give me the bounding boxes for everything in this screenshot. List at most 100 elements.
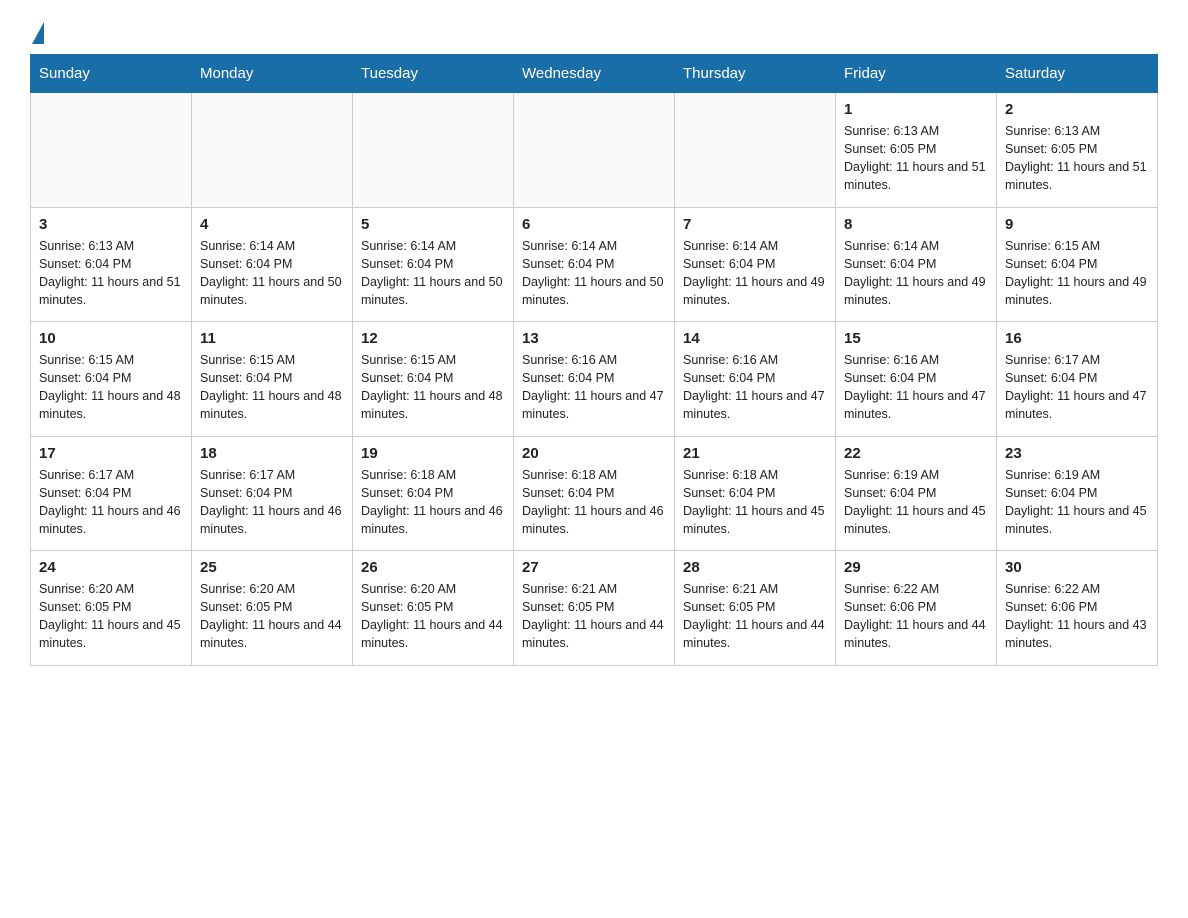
logo xyxy=(30,20,44,44)
calendar-cell xyxy=(31,93,192,208)
day-info: Sunrise: 6:18 AMSunset: 6:04 PMDaylight:… xyxy=(522,466,666,539)
day-number: 22 xyxy=(844,445,988,462)
weekday-header-monday: Monday xyxy=(192,55,353,93)
day-number: 25 xyxy=(200,559,344,576)
calendar-cell: 8Sunrise: 6:14 AMSunset: 6:04 PMDaylight… xyxy=(836,207,997,322)
day-number: 7 xyxy=(683,216,827,233)
calendar-cell: 19 Sunrise: 6:18 AMSunset: 6:04 PMDayligh… xyxy=(353,436,514,551)
day-number: 23 xyxy=(1005,445,1149,462)
calendar-cell: 3 Sunrise: 6:13 AMSunset: 6:04 PMDaylight… xyxy=(31,207,192,322)
weekday-header-row: SundayMondayTuesdayWednesdayThursdayFrid… xyxy=(31,55,1158,93)
logo-triangle-icon xyxy=(32,22,44,44)
day-info: Sunrise: 6:21 AMSunset: 6:05 PMDaylight:… xyxy=(683,580,827,653)
day-number: 14 xyxy=(683,330,827,347)
day-number: 26 xyxy=(361,559,505,576)
calendar-cell: 26 Sunrise: 6:20 AMSunset: 6:05 PMDayligh… xyxy=(353,551,514,666)
day-info: Sunrise: 6:13 AMSunset: 6:04 PMDaylight:… xyxy=(39,237,183,310)
day-number: 21 xyxy=(683,445,827,462)
weekday-header-thursday: Thursday xyxy=(675,55,836,93)
calendar-cell: 1Sunrise: 6:13 AMSunset: 6:05 PMDaylight… xyxy=(836,93,997,208)
day-info: Sunrise: 6:18 AMSunset: 6:04 PMDaylight:… xyxy=(683,466,827,539)
calendar-cell: 6 Sunrise: 6:14 AMSunset: 6:04 PMDaylight… xyxy=(514,207,675,322)
day-number: 16 xyxy=(1005,330,1149,347)
day-number: 2 xyxy=(1005,101,1149,118)
day-info: Sunrise: 6:21 AMSunset: 6:05 PMDaylight:… xyxy=(522,580,666,653)
day-number: 6 xyxy=(522,216,666,233)
calendar-cell: 29 Sunrise: 6:22 AMSunset: 6:06 PMDayligh… xyxy=(836,551,997,666)
day-number: 1 xyxy=(844,101,988,118)
calendar-cell: 12Sunrise: 6:15 AMSunset: 6:04 PMDayligh… xyxy=(353,322,514,437)
day-info: Sunrise: 6:14 AMSunset: 6:04 PMDaylight:… xyxy=(522,237,666,310)
calendar-cell: 5Sunrise: 6:14 AMSunset: 6:04 PMDaylight… xyxy=(353,207,514,322)
day-number: 3 xyxy=(39,216,183,233)
calendar-cell: 16 Sunrise: 6:17 AMSunset: 6:04 PMDayligh… xyxy=(997,322,1158,437)
day-info: Sunrise: 6:15 AMSunset: 6:04 PMDaylight:… xyxy=(1005,237,1149,310)
day-number: 13 xyxy=(522,330,666,347)
calendar-cell xyxy=(353,93,514,208)
calendar-cell: 17 Sunrise: 6:17 AMSunset: 6:04 PMDayligh… xyxy=(31,436,192,551)
day-info: Sunrise: 6:20 AMSunset: 6:05 PMDaylight:… xyxy=(200,580,344,653)
day-info: Sunrise: 6:17 AMSunset: 6:04 PMDaylight:… xyxy=(39,466,183,539)
day-info: Sunrise: 6:19 AMSunset: 6:04 PMDaylight:… xyxy=(844,466,988,539)
calendar-week-row: 24 Sunrise: 6:20 AMSunset: 6:05 PMDayligh… xyxy=(31,551,1158,666)
day-number: 24 xyxy=(39,559,183,576)
calendar-cell: 25 Sunrise: 6:20 AMSunset: 6:05 PMDayligh… xyxy=(192,551,353,666)
day-info: Sunrise: 6:18 AMSunset: 6:04 PMDaylight:… xyxy=(361,466,505,539)
weekday-header-friday: Friday xyxy=(836,55,997,93)
calendar-week-row: 3 Sunrise: 6:13 AMSunset: 6:04 PMDaylight… xyxy=(31,207,1158,322)
day-number: 30 xyxy=(1005,559,1149,576)
calendar-cell: 7 Sunrise: 6:14 AMSunset: 6:04 PMDaylight… xyxy=(675,207,836,322)
day-info: Sunrise: 6:16 AMSunset: 6:04 PMDaylight:… xyxy=(844,351,988,424)
weekday-header-wednesday: Wednesday xyxy=(514,55,675,93)
day-number: 18 xyxy=(200,445,344,462)
day-info: Sunrise: 6:16 AMSunset: 6:04 PMDaylight:… xyxy=(522,351,666,424)
day-info: Sunrise: 6:22 AMSunset: 6:06 PMDaylight:… xyxy=(844,580,988,653)
calendar-cell: 13 Sunrise: 6:16 AMSunset: 6:04 PMDayligh… xyxy=(514,322,675,437)
calendar-cell: 23 Sunrise: 6:19 AMSunset: 6:04 PMDayligh… xyxy=(997,436,1158,551)
day-number: 20 xyxy=(522,445,666,462)
calendar-cell: 30 Sunrise: 6:22 AMSunset: 6:06 PMDayligh… xyxy=(997,551,1158,666)
calendar-cell xyxy=(192,93,353,208)
day-info: Sunrise: 6:14 AMSunset: 6:04 PMDaylight:… xyxy=(200,237,344,310)
calendar-cell: 4 Sunrise: 6:14 AMSunset: 6:04 PMDaylight… xyxy=(192,207,353,322)
day-number: 5 xyxy=(361,216,505,233)
calendar-body: 1 Sunrise: 6:13 AMSunset: 6:05 PMDaylight… xyxy=(31,93,1158,666)
calendar-cell xyxy=(675,93,836,208)
calendar-cell: 22 Sunrise: 6:19 AMSunset: 6:04 PMDayligh… xyxy=(836,436,997,551)
calendar-cell: 27 Sunrise: 6:21 AMSunset: 6:05 PMDayligh… xyxy=(514,551,675,666)
calendar-cell: 20 Sunrise: 6:18 AMSunset: 6:04 PMDayligh… xyxy=(514,436,675,551)
calendar-header: SundayMondayTuesdayWednesdayThursdayFrid… xyxy=(31,55,1158,93)
calendar-cell: 18Sunrise: 6:17 AMSunset: 6:04 PMDayligh… xyxy=(192,436,353,551)
calendar-week-row: 10 Sunrise: 6:15 AMSunset: 6:04 PMDayligh… xyxy=(31,322,1158,437)
day-info: Sunrise: 6:14 AMSunset: 6:04 PMDaylight:… xyxy=(683,237,827,310)
day-number: 4 xyxy=(200,216,344,233)
day-info: Sunrise: 6:13 AMSunset: 6:05 PMDaylight:… xyxy=(1005,122,1149,195)
calendar-cell: 14 Sunrise: 6:16 AMSunset: 6:04 PMDayligh… xyxy=(675,322,836,437)
day-info: Sunrise: 6:16 AMSunset: 6:04 PMDaylight:… xyxy=(683,351,827,424)
weekday-header-sunday: Sunday xyxy=(31,55,192,93)
calendar-cell: 24Sunrise: 6:20 AMSunset: 6:05 PMDayligh… xyxy=(31,551,192,666)
day-number: 10 xyxy=(39,330,183,347)
day-info: Sunrise: 6:22 AMSunset: 6:06 PMDaylight:… xyxy=(1005,580,1149,653)
day-number: 27 xyxy=(522,559,666,576)
calendar-cell: 28 Sunrise: 6:21 AMSunset: 6:05 PMDayligh… xyxy=(675,551,836,666)
day-number: 29 xyxy=(844,559,988,576)
day-number: 19 xyxy=(361,445,505,462)
calendar-cell: 21 Sunrise: 6:18 AMSunset: 6:04 PMDayligh… xyxy=(675,436,836,551)
day-info: Sunrise: 6:17 AMSunset: 6:04 PMDaylight:… xyxy=(1005,351,1149,424)
day-info: Sunrise: 6:20 AMSunset: 6:05 PMDaylight:… xyxy=(361,580,505,653)
calendar-cell: 11 Sunrise: 6:15 AMSunset: 6:04 PMDayligh… xyxy=(192,322,353,437)
day-number: 17 xyxy=(39,445,183,462)
day-info: Sunrise: 6:15 AMSunset: 6:04 PMDaylight:… xyxy=(200,351,344,424)
calendar-week-row: 1 Sunrise: 6:13 AMSunset: 6:05 PMDaylight… xyxy=(31,93,1158,208)
calendar-cell: 15Sunrise: 6:16 AMSunset: 6:04 PMDayligh… xyxy=(836,322,997,437)
day-number: 11 xyxy=(200,330,344,347)
calendar-week-row: 17 Sunrise: 6:17 AMSunset: 6:04 PMDayligh… xyxy=(31,436,1158,551)
calendar-cell: 2 Sunrise: 6:13 AMSunset: 6:05 PMDaylight… xyxy=(997,93,1158,208)
day-info: Sunrise: 6:15 AMSunset: 6:04 PMDaylight:… xyxy=(39,351,183,424)
day-number: 28 xyxy=(683,559,827,576)
calendar-cell: 10 Sunrise: 6:15 AMSunset: 6:04 PMDayligh… xyxy=(31,322,192,437)
day-info: Sunrise: 6:19 AMSunset: 6:04 PMDaylight:… xyxy=(1005,466,1149,539)
day-number: 8 xyxy=(844,216,988,233)
day-number: 12 xyxy=(361,330,505,347)
